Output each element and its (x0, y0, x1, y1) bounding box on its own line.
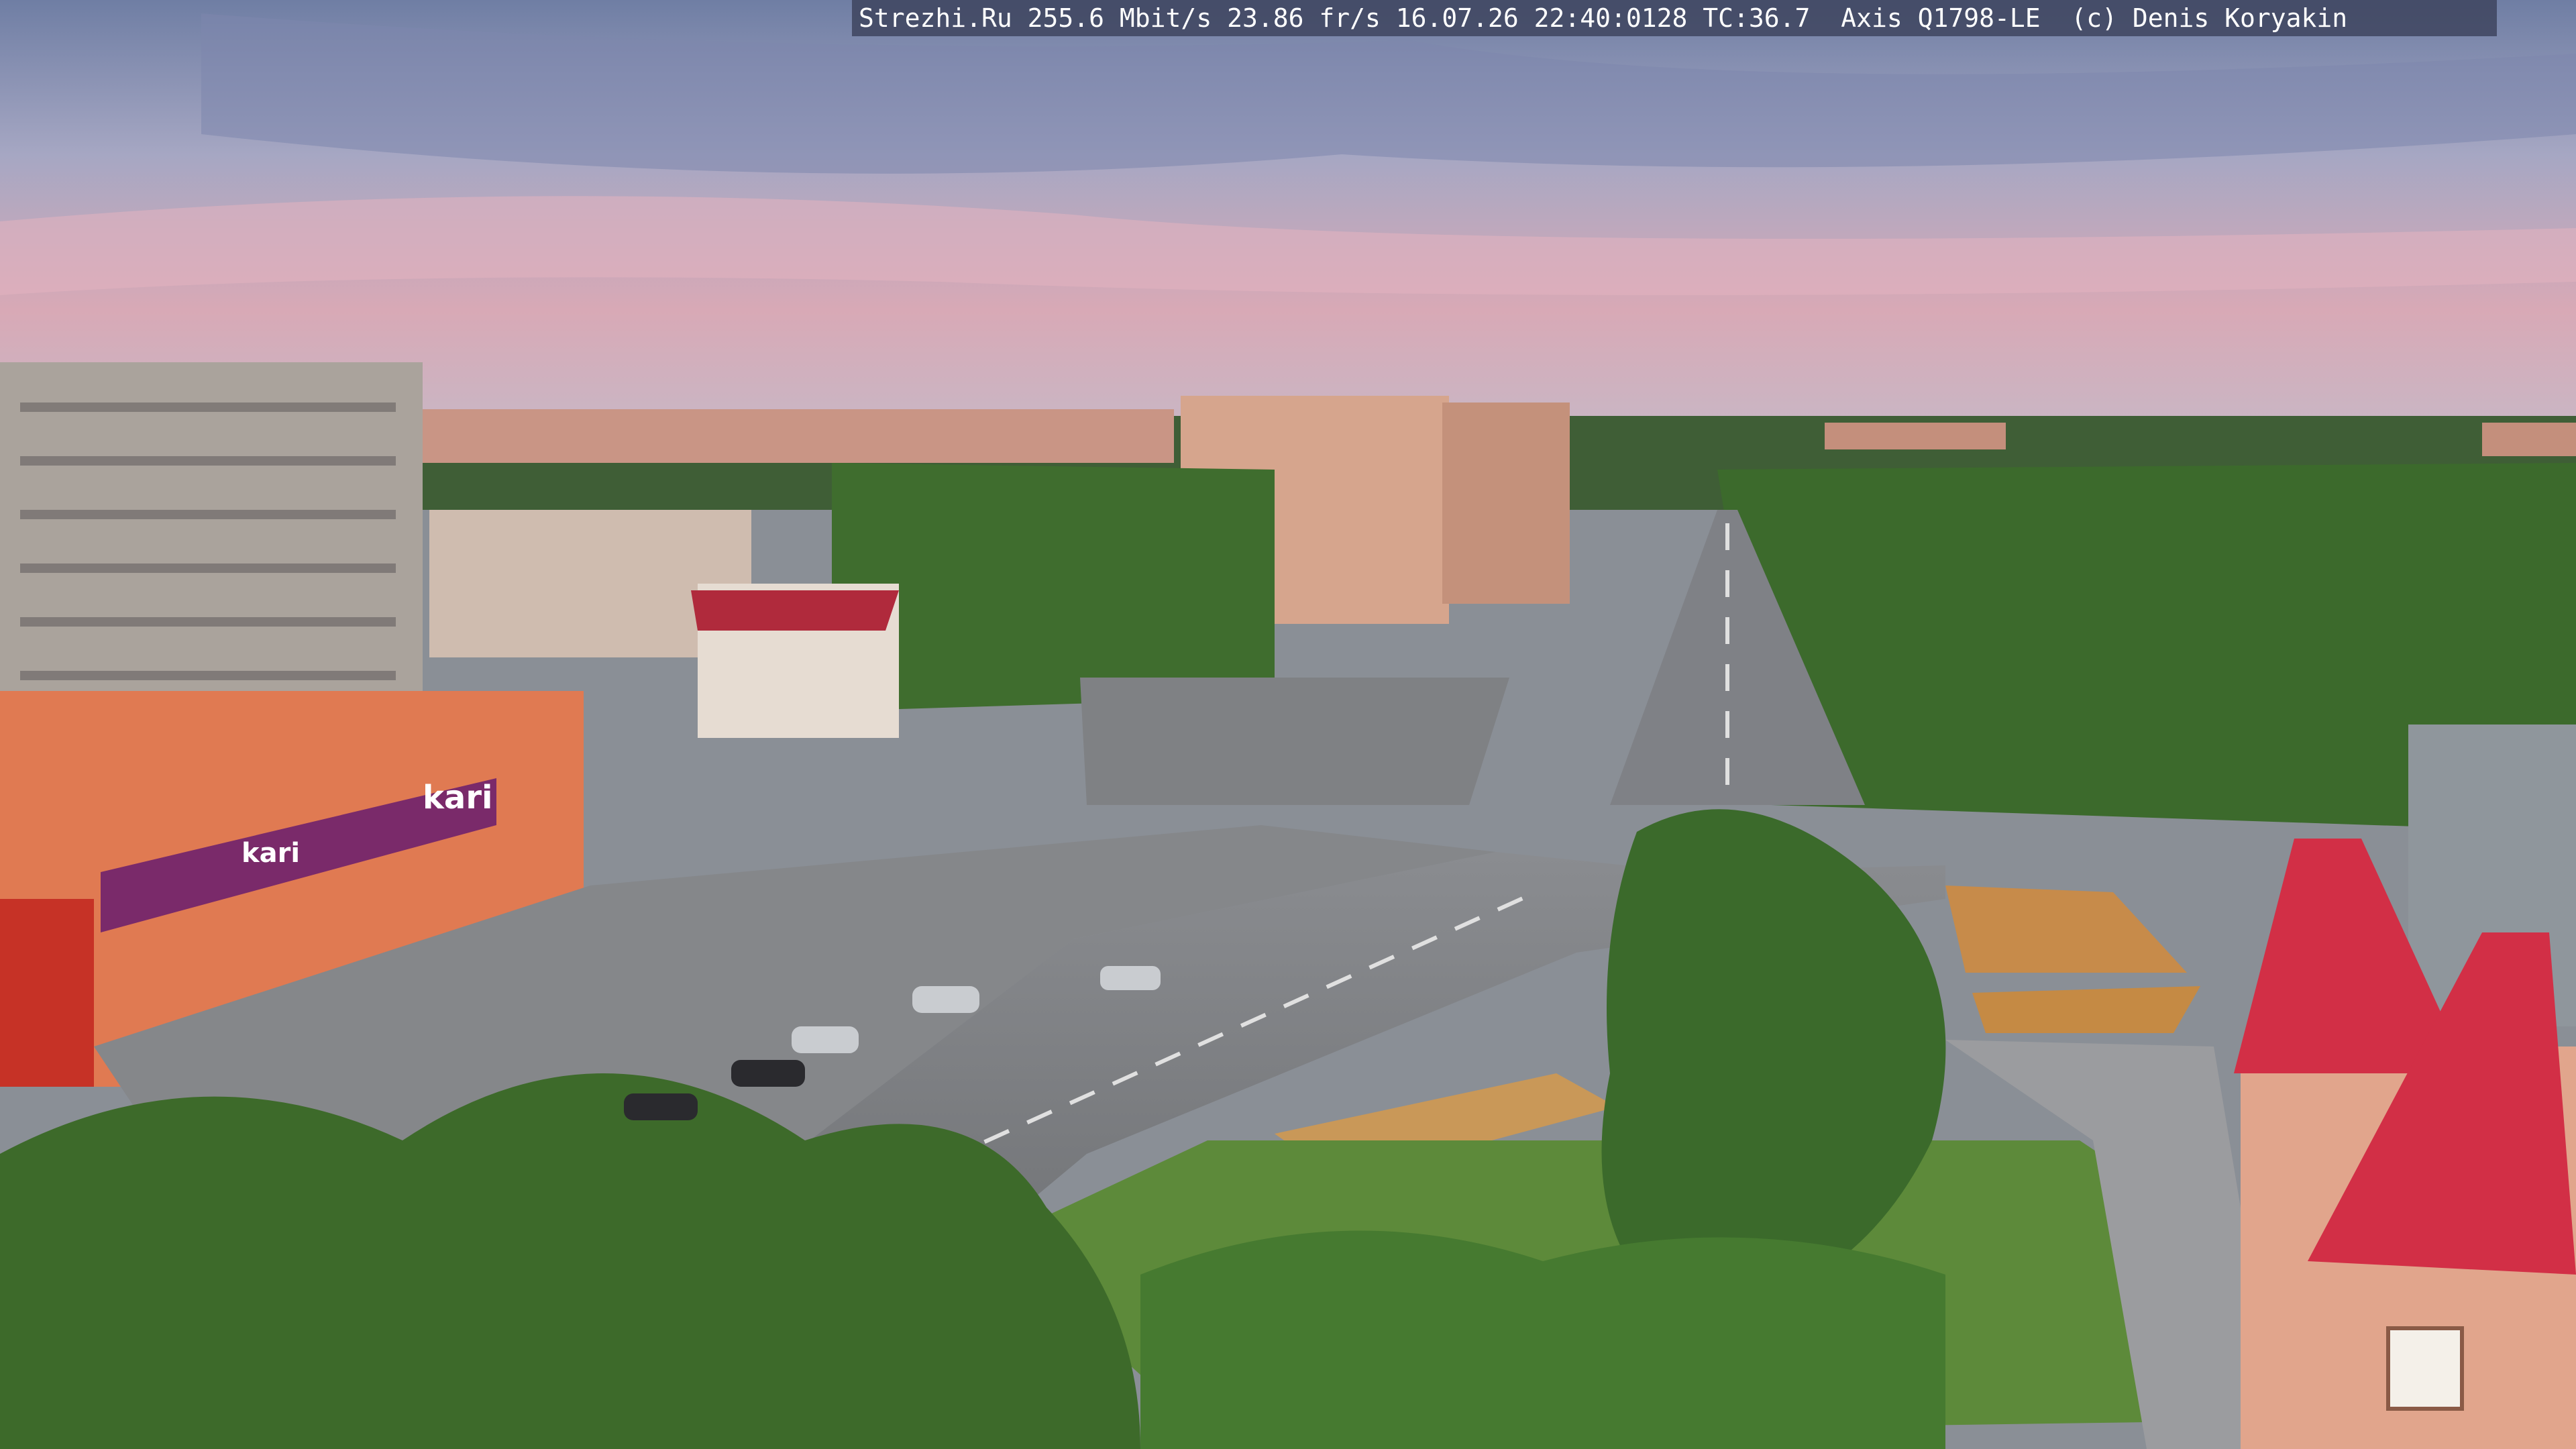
camera-info-overlay: Strezhi.Ru 255.6 Mbit/s 23.86 fr/s 16.07… (852, 0, 2497, 36)
foreground-shrubs (1140, 1230, 1945, 1449)
far-building (2482, 423, 2576, 456)
kari-facade-sign: kari (241, 838, 300, 869)
red-roof (691, 590, 899, 631)
flower-bed (1972, 986, 2200, 1033)
flower-bed (1945, 885, 2187, 973)
window (2386, 1326, 2464, 1411)
shop-lower-red (0, 899, 94, 1087)
far-building (423, 409, 1174, 463)
kari-roof-sign: kari (423, 779, 492, 816)
far-building (1825, 423, 2006, 449)
tall-building-side (1442, 402, 1570, 604)
upper-square (1080, 678, 1509, 805)
webcam-scene: kari kari (0, 0, 2576, 1449)
